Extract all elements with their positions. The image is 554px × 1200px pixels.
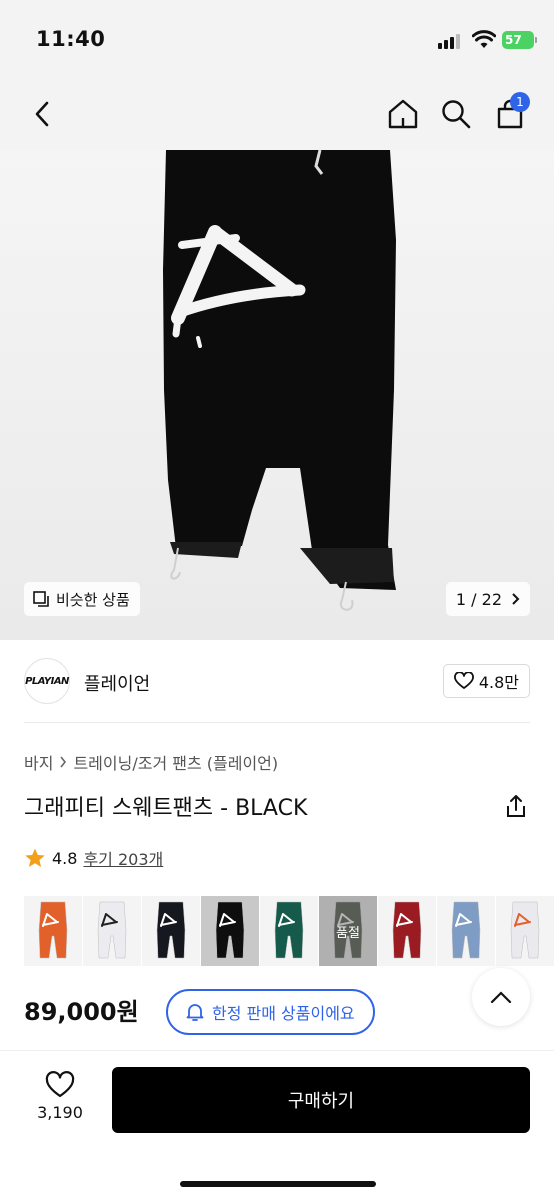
status-bar: 11:40 57	[0, 0, 554, 80]
home-button[interactable]	[381, 92, 425, 136]
color-swatch[interactable]	[24, 896, 82, 966]
back-button[interactable]	[20, 92, 64, 136]
product-image-gallery[interactable]: 비슷한 상품 1 / 22	[0, 150, 554, 640]
product-price: 89,000원	[24, 998, 139, 1026]
breadcrumb-category[interactable]: 바지	[24, 750, 53, 774]
nav-bar: 1	[0, 80, 554, 150]
product-image	[163, 150, 396, 611]
home-icon	[388, 99, 418, 129]
share-icon	[507, 795, 525, 817]
brand-name[interactable]: 플레이언	[84, 670, 150, 696]
swatch-pants-image	[215, 901, 245, 959]
bell-icon	[186, 1004, 204, 1021]
color-swatch[interactable]: 품절	[319, 896, 377, 966]
chevron-up-icon	[490, 991, 512, 1004]
rating-row: 4.8 후기 203개	[24, 846, 163, 870]
swatch-pants-image	[510, 901, 540, 959]
bottom-purchase-bar: 3,190 구매하기	[0, 1050, 554, 1200]
signal-icon	[438, 33, 464, 49]
brand-logo-text: PLAYIAN	[25, 675, 69, 687]
color-swatch[interactable]	[142, 896, 200, 966]
brand-like-count: 4.8만	[478, 673, 519, 692]
limited-sale-label: 한정 판매 상품이에요	[212, 1004, 355, 1023]
cart-badge: 1	[510, 92, 530, 112]
swatch-pants-image	[274, 901, 304, 959]
breadcrumb: 바지 트레이닝/조거 팬츠 (플레이언)	[24, 750, 278, 774]
cart-button[interactable]: 1	[488, 92, 532, 136]
wifi-icon	[472, 30, 496, 48]
color-swatch[interactable]	[378, 896, 436, 966]
chevron-right-icon	[60, 756, 67, 768]
search-icon	[442, 100, 471, 129]
limited-sale-badge[interactable]: 한정 판매 상품이에요	[166, 989, 375, 1035]
brand-like-button[interactable]: 4.8만	[442, 664, 530, 698]
swatch-pants-image	[156, 901, 186, 959]
color-swatch[interactable]	[83, 896, 141, 966]
battery-icon: 57	[502, 31, 537, 49]
copy-icon	[33, 591, 49, 607]
home-indicator	[180, 1181, 376, 1187]
brand-row: PLAYIAN 플레이언 4.8만	[24, 658, 530, 706]
reviews-link[interactable]: 후기 203개	[83, 846, 163, 870]
image-page-indicator[interactable]: 1 / 22	[445, 582, 530, 616]
brand-logo[interactable]: PLAYIAN	[24, 658, 70, 704]
buy-button[interactable]: 구매하기	[112, 1067, 530, 1133]
sold-out-label: 품절	[319, 896, 377, 966]
heart-icon	[45, 1071, 75, 1098]
chevron-left-icon	[35, 101, 49, 127]
heart-icon	[453, 672, 474, 689]
status-time: 11:40	[36, 27, 106, 51]
color-swatch[interactable]	[496, 896, 554, 966]
color-swatch[interactable]	[260, 896, 318, 966]
rating-value: 4.8	[52, 848, 78, 868]
breadcrumb-subcategory[interactable]: 트레이닝/조거 팬츠 (플레이언)	[73, 750, 278, 774]
color-options: 품절	[24, 896, 554, 966]
similar-products-label: 비슷한 상품	[56, 590, 130, 609]
search-button[interactable]	[434, 92, 478, 136]
swatch-pants-image	[392, 901, 422, 959]
swatch-pants-image	[97, 901, 127, 959]
star-icon	[25, 848, 45, 867]
product-title: 그래피티 스웨트팬츠 - BLACK	[24, 796, 308, 821]
share-button[interactable]	[502, 792, 530, 820]
wishlist-button[interactable]: 3,190	[30, 1071, 90, 1131]
similar-products-button[interactable]: 비슷한 상품	[24, 582, 140, 616]
image-page-label: 1 / 22	[455, 589, 502, 609]
color-swatch[interactable]	[437, 896, 495, 966]
wishlist-count: 3,190	[37, 1103, 83, 1122]
scroll-to-top-button[interactable]	[472, 968, 530, 1026]
divider	[24, 722, 530, 723]
color-swatch[interactable]	[201, 896, 259, 966]
swatch-pants-image	[38, 901, 68, 959]
swatch-pants-image	[451, 901, 481, 959]
chevron-right-icon	[512, 593, 520, 605]
